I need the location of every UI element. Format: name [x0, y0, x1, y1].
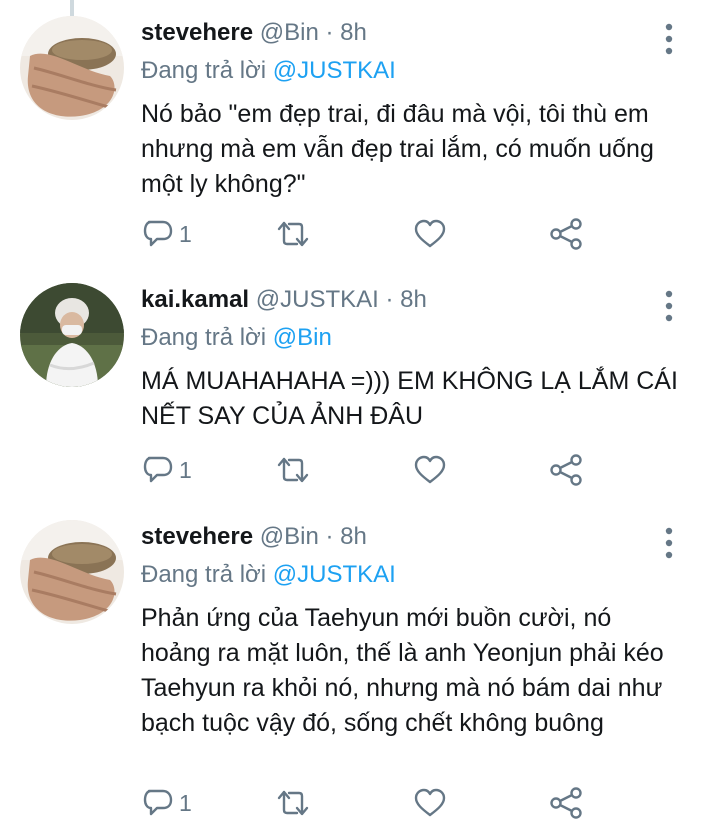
heart-icon — [414, 219, 446, 248]
share-icon — [550, 787, 582, 819]
author-name[interactable]: stevehere — [141, 19, 253, 46]
author-handle[interactable]: @JUSTKAI — [256, 286, 379, 313]
tweet[interactable]: stevehere @Bin · 8h Đang trả lời @JUSTKA… — [0, 0, 720, 270]
author-handle[interactable]: @Bin — [260, 523, 319, 550]
separator: · — [385, 286, 394, 313]
share-icon — [550, 454, 582, 486]
replying-prefix: Đang trả lời — [141, 324, 267, 351]
heart-icon — [414, 788, 446, 817]
mention-link[interactable]: @Bin — [273, 324, 332, 351]
replying-prefix: Đang trả lời — [141, 57, 267, 84]
share-button[interactable] — [549, 786, 583, 820]
author-name[interactable]: stevehere — [141, 523, 253, 550]
reply-icon — [143, 456, 173, 483]
heart-icon — [414, 455, 446, 484]
more-options-icon[interactable] — [662, 526, 676, 560]
replying-to: Đang trả lời @JUSTKAI — [141, 56, 396, 86]
reply-button[interactable]: 1 — [143, 786, 192, 820]
tweet-actions: 1 — [141, 786, 601, 820]
share-button[interactable] — [549, 217, 583, 251]
replying-to: Đang trả lời @JUSTKAI — [141, 560, 396, 590]
tweet-actions: 1 — [141, 453, 601, 487]
avatar-hand-photo-icon — [20, 16, 124, 120]
retweet-icon — [277, 457, 309, 483]
more-options-icon[interactable] — [662, 22, 676, 56]
reply-button[interactable]: 1 — [143, 453, 192, 487]
timestamp[interactable]: 8h — [340, 19, 367, 46]
retweet-button[interactable] — [275, 786, 311, 820]
like-button[interactable] — [414, 217, 446, 251]
like-button[interactable] — [414, 453, 446, 487]
avatar[interactable] — [20, 16, 124, 120]
tweet-text: Phản ứng của Taehyun mới buồn cười, nó h… — [141, 604, 664, 737]
tweet-text: MÁ MUAHAHAHA =))) EM KHÔNG LẠ LẮM CÁI NẾ… — [141, 367, 678, 430]
reply-button[interactable]: 1 — [143, 217, 192, 251]
tweet-actions: 1 — [141, 217, 601, 251]
retweet-icon — [277, 790, 309, 816]
tweet-header: stevehere @Bin · 8h — [141, 18, 367, 48]
timestamp[interactable]: 8h — [340, 523, 367, 550]
replying-prefix: Đang trả lời — [141, 561, 267, 588]
tweet-header: stevehere @Bin · 8h — [141, 522, 367, 552]
reply-icon — [143, 789, 173, 816]
author-name[interactable]: kai.kamal — [141, 286, 249, 313]
tweet[interactable]: stevehere @Bin · 8h Đang trả lời @JUSTKA… — [0, 504, 720, 835]
reply-count: 1 — [179, 457, 192, 483]
tweet[interactable]: kai.kamal @JUSTKAI · 8h Đang trả lời @Bi… — [0, 267, 720, 502]
avatar-person-photo-icon — [20, 283, 124, 387]
share-icon — [550, 218, 582, 250]
share-button[interactable] — [549, 453, 583, 487]
separator: · — [325, 19, 334, 46]
author-handle[interactable]: @Bin — [260, 19, 319, 46]
retweet-icon — [277, 221, 309, 247]
avatar[interactable] — [20, 283, 124, 387]
tweet-header: kai.kamal @JUSTKAI · 8h — [141, 285, 427, 315]
tweet-text: Nó bảo "em đẹp trai, đi đâu mà vội, tôi … — [141, 100, 654, 198]
like-button[interactable] — [414, 786, 446, 820]
avatar[interactable] — [20, 520, 124, 624]
retweet-button[interactable] — [275, 453, 311, 487]
retweet-button[interactable] — [275, 217, 311, 251]
reply-icon — [143, 220, 173, 247]
separator: · — [325, 523, 334, 550]
more-options-icon[interactable] — [662, 289, 676, 323]
replying-to: Đang trả lời @Bin — [141, 323, 332, 353]
avatar-hand-photo-icon — [20, 520, 124, 624]
timestamp[interactable]: 8h — [400, 286, 427, 313]
reply-count: 1 — [179, 221, 192, 247]
mention-link[interactable]: @JUSTKAI — [273, 57, 396, 84]
mention-link[interactable]: @JUSTKAI — [273, 561, 396, 588]
reply-count: 1 — [179, 790, 192, 816]
